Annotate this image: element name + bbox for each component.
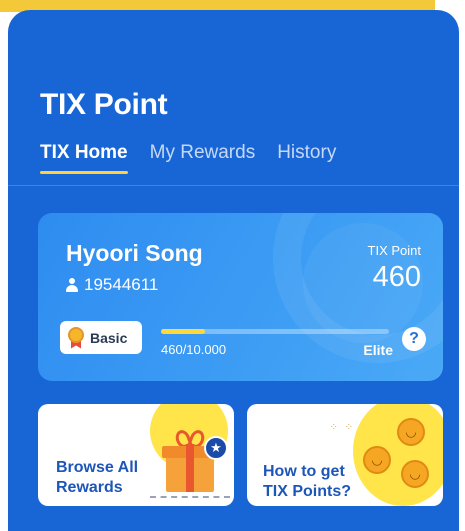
member-name: Hyoori Song (66, 240, 203, 266)
tier-label: Basic (90, 329, 128, 346)
how-to-get-points-label: How to get TIX Points? (263, 463, 351, 500)
next-tier-label: Elite (363, 342, 393, 358)
tab-tix-home[interactable]: TIX Home (40, 142, 128, 174)
member-id: 19544611 (84, 275, 159, 294)
coins-icon: ◡ (401, 460, 429, 488)
browse-rewards-label: Browse All Rewards (56, 459, 139, 496)
person-icon (66, 278, 78, 292)
tab-my-rewards[interactable]: My Rewards (150, 142, 256, 170)
point-label: TIX Point (367, 243, 421, 258)
star-icon: ★ (204, 436, 228, 460)
coins-icon: ◡ (397, 418, 425, 446)
member-id-row: 19544611 (66, 275, 158, 295)
tix-point-screen: TIX Point TIX Home My Rewards History Hy… (8, 10, 459, 531)
member-card: Hyoori Song 19544611 TIX Point 460 Basic… (38, 213, 443, 381)
page-title: TIX Point (40, 88, 168, 121)
gift-ribbon (186, 446, 194, 492)
tier-badge[interactable]: Basic (60, 321, 142, 354)
tier-progress-bar (161, 329, 389, 334)
sparkle-dots: ⁘ ⁘ (329, 422, 355, 433)
help-icon[interactable]: ? (402, 327, 426, 351)
tier-progress-fill (161, 329, 205, 334)
tab-bar: TIX Home My Rewards History (40, 142, 336, 174)
progress-text: 460/10.000 (161, 342, 227, 357)
browse-rewards-card[interactable]: ★ Browse All Rewards (38, 404, 234, 506)
how-to-get-points-card[interactable]: ◡ ◡ ◡ ⁘ ⁘ How to get TIX Points? (247, 404, 443, 506)
medal-icon (67, 326, 85, 349)
point-value: 460 (372, 261, 421, 293)
tab-history[interactable]: History (277, 142, 336, 170)
tab-divider (8, 185, 459, 186)
